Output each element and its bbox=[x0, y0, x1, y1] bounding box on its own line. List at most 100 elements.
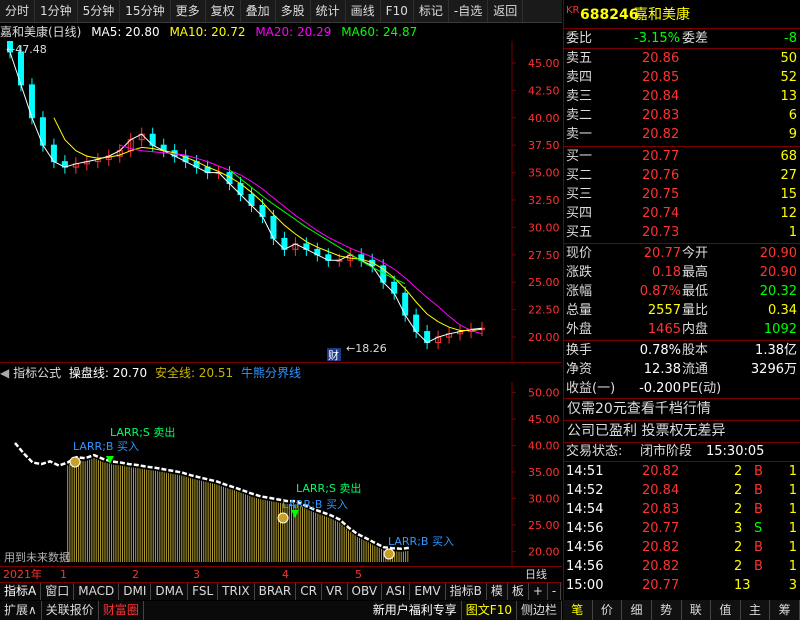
bid-row: 买五 20.73 1 bbox=[564, 224, 800, 242]
indicator-title-line: ◀ 指标公式 操盘线: 20.70 安全线: 20.51 牛熊分界线 bbox=[0, 364, 520, 382]
quote-tab-3[interactable]: 势 bbox=[652, 600, 682, 620]
period-label[interactable]: 日线 bbox=[525, 567, 547, 582]
extension-tab-5[interactable]: 侧边栏 bbox=[517, 601, 562, 620]
quote-tab-0[interactable]: 笔 bbox=[563, 600, 593, 620]
toolbar-button-2[interactable]: 5分钟 bbox=[78, 0, 121, 22]
toolbar-button-9[interactable]: 画线 bbox=[346, 0, 381, 22]
indicator-tab-1[interactable]: 窗口 bbox=[41, 583, 75, 600]
indicator-tab-3[interactable]: DMI bbox=[119, 583, 152, 600]
indicator-tab-0[interactable]: 指标A bbox=[0, 583, 42, 600]
extension-tab-1[interactable]: 关联报价 bbox=[42, 601, 99, 620]
order-imbalance-row: 委比 -3.15% 委差 -8 bbox=[564, 30, 800, 48]
tick-count: 1 bbox=[788, 559, 797, 574]
stat-value: 0.87% bbox=[639, 284, 681, 299]
bid-volume: 68 bbox=[780, 149, 797, 164]
indicator-tab-13[interactable]: 指标B bbox=[446, 583, 487, 600]
y-tick-label: 45.00 bbox=[528, 413, 560, 426]
quote-stat-row: 总量 2557 量比 0.34 bbox=[564, 302, 800, 320]
indicator-tab-17[interactable]: - bbox=[548, 583, 562, 600]
quote-stat-row: 净资 12.38 流通 3296万 bbox=[564, 361, 800, 379]
indicator-tab-10[interactable]: OBV bbox=[348, 583, 383, 600]
quote-tab-4[interactable]: 联 bbox=[682, 600, 712, 620]
collapse-icon[interactable]: ◀ bbox=[0, 366, 9, 380]
indicator-tab-16[interactable]: + bbox=[529, 583, 548, 600]
indicator-line1: 操盘线: 20.70 bbox=[68, 366, 148, 380]
toolbar-button-3[interactable]: 15分钟 bbox=[120, 0, 171, 22]
toolbar-button-6[interactable]: 叠加 bbox=[241, 0, 276, 22]
signal-label: LARR;B 买入 bbox=[282, 498, 348, 511]
tick-row: 14:51 20.82 2 B 1 bbox=[564, 463, 800, 481]
y-tick-label: 40.00 bbox=[528, 440, 560, 453]
stat-label: 外盘 bbox=[566, 322, 593, 337]
tick-side: S bbox=[754, 521, 763, 536]
bid-price: 20.73 bbox=[642, 225, 680, 240]
ask-label: 卖三 bbox=[566, 89, 593, 104]
indicator-tab-2[interactable]: MACD bbox=[74, 583, 120, 600]
bid-label: 买四 bbox=[566, 206, 593, 221]
indicator-line2: 安全线: 20.51 bbox=[154, 366, 234, 380]
toolbar-button-7[interactable]: 多股 bbox=[276, 0, 311, 22]
ask-row: 卖五 20.86 50 bbox=[564, 50, 800, 68]
indicator-label[interactable]: 指标公式 bbox=[13, 366, 61, 380]
signal-label: LARR;B 买入 bbox=[388, 535, 454, 548]
depth-promo-link[interactable]: 仅需20元查看千档行情 bbox=[564, 400, 800, 418]
toolbar-button-4[interactable]: 更多 bbox=[171, 0, 206, 22]
divider bbox=[564, 243, 800, 244]
stat-label: 净资 bbox=[566, 362, 593, 377]
stat-label: 量比 bbox=[682, 303, 709, 318]
bid-row: 买二 20.76 27 bbox=[564, 167, 800, 185]
y-tick-label: 25.00 bbox=[528, 276, 560, 289]
stat-label: 流通 bbox=[682, 362, 709, 377]
tick-side: B bbox=[754, 464, 763, 479]
extension-tab-3[interactable]: 新用户福利专享 bbox=[369, 601, 462, 620]
y-tick-label: 20.00 bbox=[528, 331, 560, 344]
indicator-tab-6[interactable]: TRIX bbox=[218, 583, 255, 600]
toolbar-button-10[interactable]: F10 bbox=[381, 0, 414, 22]
toolbar-button-13[interactable]: 返回 bbox=[488, 0, 524, 22]
stock-name: 嘉和美康 bbox=[634, 7, 690, 23]
indicator-tab-14[interactable]: 模 bbox=[487, 583, 508, 600]
month-label: 1 bbox=[60, 568, 67, 581]
toolbar-button-1[interactable]: 1分钟 bbox=[35, 0, 78, 22]
quote-tab-1[interactable]: 价 bbox=[593, 600, 623, 620]
tick-volume: 2 bbox=[734, 502, 743, 517]
indicator-tab-4[interactable]: DMA bbox=[151, 583, 189, 600]
toolbar-button-8[interactable]: 统计 bbox=[311, 0, 346, 22]
tick-row: 14:56 20.77 3 S 1 bbox=[564, 520, 800, 538]
stat-value: 3296万 bbox=[750, 362, 797, 377]
tick-price: 20.77 bbox=[642, 578, 680, 593]
toolbar-button-5[interactable]: 复权 bbox=[206, 0, 241, 22]
quote-tab-2[interactable]: 细 bbox=[622, 600, 652, 620]
company-info-link[interactable]: 公司已盈利 投票权无差异 bbox=[564, 422, 800, 440]
indicator-tab-7[interactable]: BRAR bbox=[255, 583, 297, 600]
indicator-tab-9[interactable]: VR bbox=[322, 583, 348, 600]
indicator-tab-15[interactable]: 板 bbox=[508, 583, 529, 600]
tick-time: 14:56 bbox=[566, 540, 604, 555]
indicator-tab-5[interactable]: FSL bbox=[188, 583, 219, 600]
month-label: 3 bbox=[193, 568, 200, 581]
y-tick-label: 30.00 bbox=[528, 221, 560, 234]
toolbar-button-11[interactable]: 标记 bbox=[414, 0, 449, 22]
y-tick-label: 27.50 bbox=[528, 249, 560, 262]
tick-price: 20.83 bbox=[642, 502, 680, 517]
extension-tab-4[interactable]: 图文F10 bbox=[462, 601, 517, 620]
tick-time: 14:56 bbox=[566, 521, 604, 536]
indicator-tab-8[interactable]: CR bbox=[296, 583, 322, 600]
extension-tab-0[interactable]: 扩展∧ bbox=[0, 601, 42, 620]
quote-panel-tabs: 笔价细势联值主筹 bbox=[563, 600, 800, 620]
tick-time: 14:52 bbox=[566, 483, 604, 498]
stat-label: 换手 bbox=[566, 343, 593, 358]
indicator-chart[interactable]: 50.00 45.00 40.00 35.00 30.00 25.00 20.00 LARR;… bbox=[0, 382, 560, 566]
extension-tab-2[interactable]: 财富圈 bbox=[99, 601, 144, 620]
order-diff-value: -8 bbox=[784, 31, 797, 46]
quote-tab-7[interactable]: 筹 bbox=[770, 600, 800, 620]
candlestick-chart[interactable]: 45.00 42.50 40.00 37.50 35.00 32.50 30.00 27.50… bbox=[0, 41, 560, 361]
stat-value: 0.18 bbox=[652, 265, 681, 280]
toolbar-button-0[interactable]: 分时 bbox=[0, 0, 36, 22]
quote-tab-5[interactable]: 值 bbox=[711, 600, 741, 620]
quote-tab-6[interactable]: 主 bbox=[741, 600, 771, 620]
indicator-tab-12[interactable]: EMV bbox=[410, 583, 446, 600]
divider bbox=[564, 48, 800, 49]
indicator-tab-11[interactable]: ASI bbox=[382, 583, 411, 600]
toolbar-button-12[interactable]: -自选 bbox=[449, 0, 489, 22]
